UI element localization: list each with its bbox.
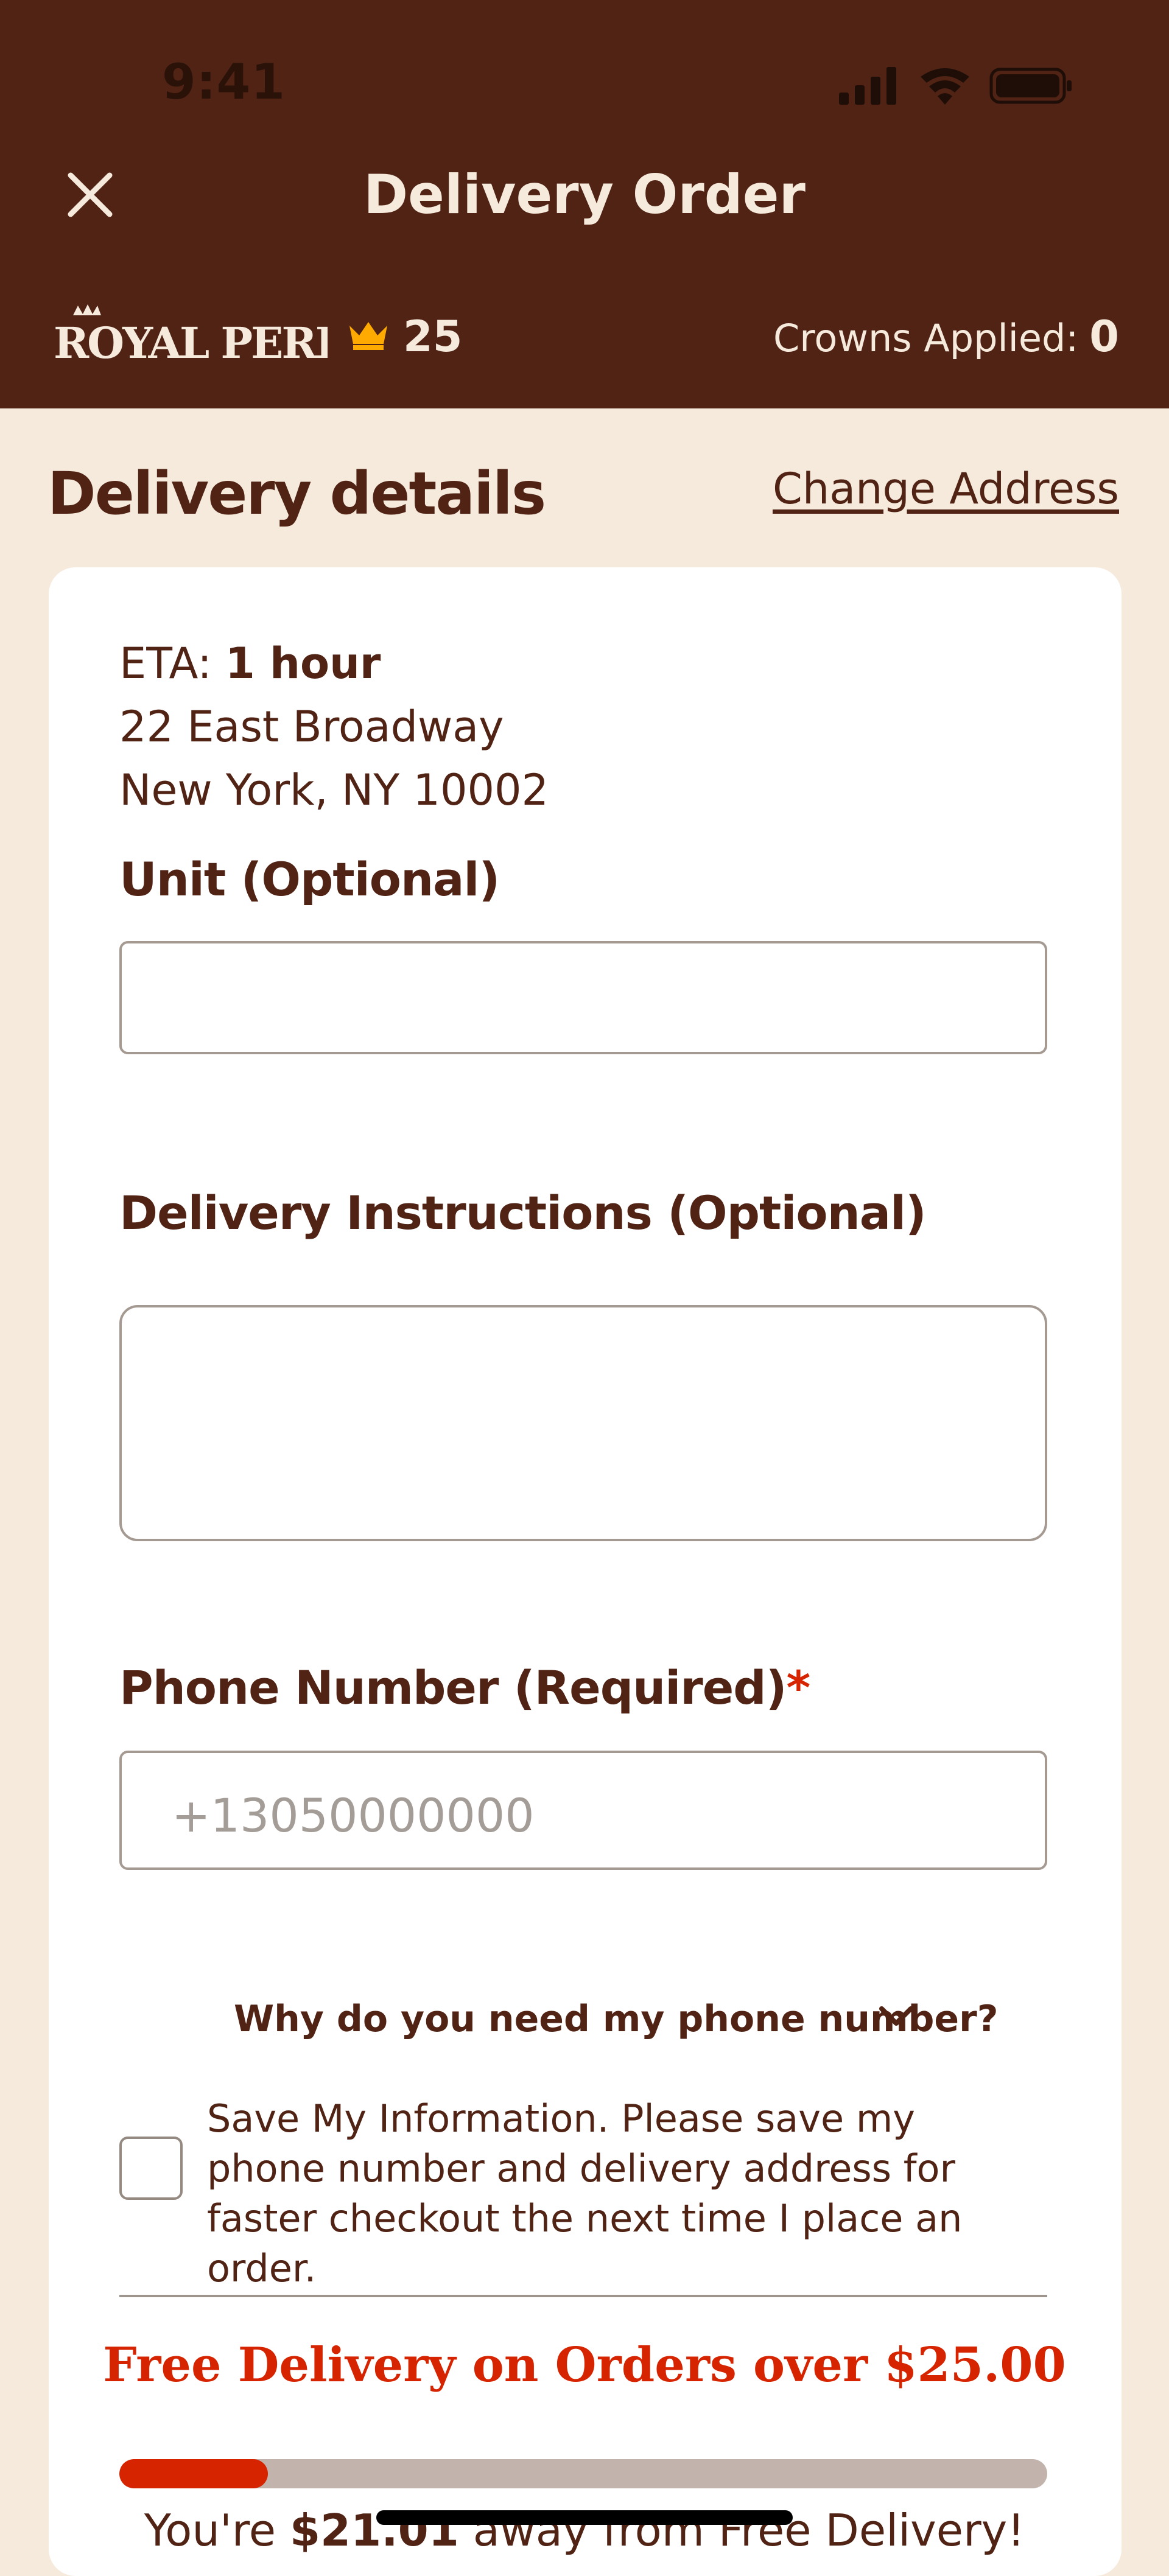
- save-info-text: Save My Information. Please save my phon…: [207, 2096, 963, 2291]
- chevron-down-icon[interactable]: [877, 2003, 916, 2029]
- svg-text:ROYAL PERKS: ROYAL PERKS: [54, 318, 328, 368]
- phone-placeholder: +13050000000: [172, 1788, 535, 1843]
- progress-fill: [119, 2459, 268, 2488]
- battery-icon: [989, 68, 1072, 104]
- phone-label-text: Phone Number (Required): [119, 1661, 787, 1715]
- crowns-applied-value: 0: [1089, 312, 1119, 362]
- away-prefix: You're: [144, 2505, 276, 2556]
- required-mark: *: [786, 1661, 810, 1715]
- free-delivery-banner: Free Delivery on Orders over $25.00: [103, 2337, 1066, 2393]
- status-icons: [839, 67, 1072, 105]
- delivery-instructions-input[interactable]: [119, 1305, 1047, 1541]
- signal-icon: [839, 67, 896, 105]
- divider: [119, 2295, 1047, 2297]
- royal-perks-logo: ROYAL PERKS: [54, 304, 328, 368]
- phone-label: Phone Number (Required)*: [119, 1661, 810, 1715]
- address-line-1: 22 East Broadway: [119, 702, 504, 752]
- eta-label: ETA:: [119, 639, 212, 688]
- save-info-checkbox[interactable]: [119, 2137, 183, 2200]
- crowns-applied: Crowns Applied: 0: [773, 312, 1119, 362]
- crowns-applied-label: Crowns Applied:: [773, 316, 1079, 360]
- unit-label: Unit (Optional): [119, 852, 500, 906]
- eta-line: ETA: 1 hour: [119, 632, 549, 695]
- unit-input[interactable]: [119, 941, 1047, 1054]
- app-header: 9:41 Delivery Order ROYAL PERKS 25 Crow: [0, 0, 1169, 408]
- wifi-icon: [921, 68, 969, 105]
- home-indicator: [376, 2510, 793, 2525]
- free-delivery-progress: [119, 2459, 1047, 2488]
- address-line-2: New York, NY 10002: [119, 765, 549, 815]
- crown-icon: [349, 322, 387, 350]
- instructions-label: Delivery Instructions (Optional): [119, 1186, 927, 1240]
- delivery-address-block: ETA: 1 hour 22 East Broadway New York, N…: [119, 632, 549, 822]
- change-address-link[interactable]: Change Address: [773, 464, 1119, 514]
- points-balance: 25: [403, 312, 463, 362]
- section-title: Delivery details: [47, 460, 546, 528]
- status-time: 9:41: [162, 54, 286, 110]
- eta-value: 1 hour: [225, 639, 381, 688]
- page-title: Delivery Order: [363, 163, 806, 226]
